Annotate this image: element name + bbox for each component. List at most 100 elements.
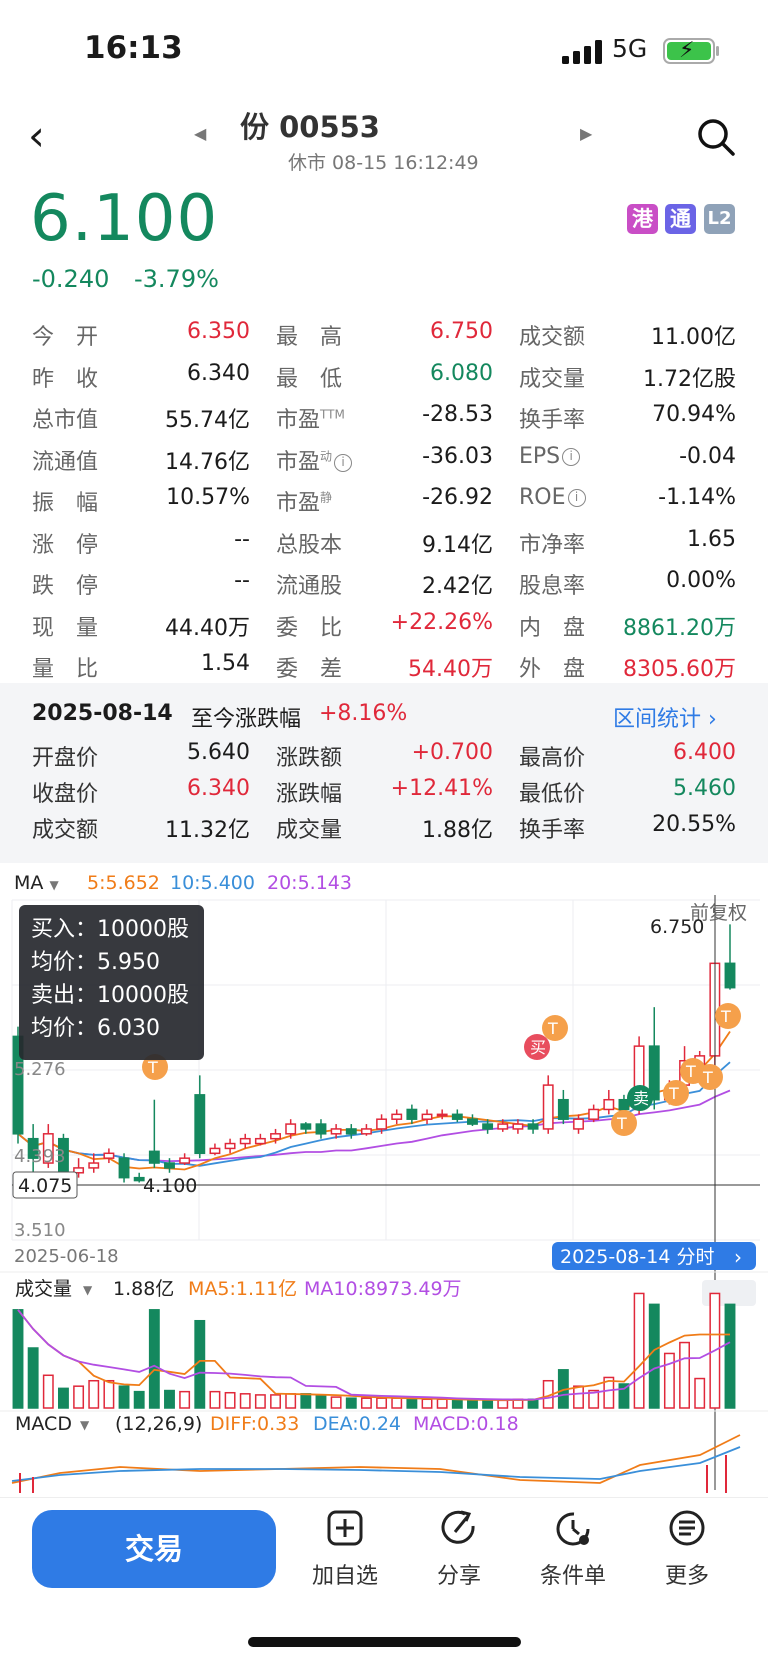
price-change: -0.240 xyxy=(32,265,110,293)
t-marker-text: T xyxy=(702,1068,713,1087)
summary-value: 6.400 xyxy=(673,740,736,765)
volume-bar xyxy=(421,1398,433,1409)
more-icon xyxy=(669,1510,705,1546)
stat-label-text: 市盈 xyxy=(276,408,321,433)
network-type: 5G xyxy=(612,34,648,63)
stat-label-text: 振 幅 xyxy=(32,491,99,516)
candle-body xyxy=(224,1142,236,1150)
stat-label: 成交额 xyxy=(519,319,585,351)
prev-stock-icon[interactable]: ◀ xyxy=(194,124,206,143)
candle-body xyxy=(512,1123,524,1130)
stock-connect-badge[interactable]: 通 xyxy=(665,204,696,234)
stat-value: 11.00亿 xyxy=(651,325,736,350)
candle-body xyxy=(436,1113,448,1117)
back-icon[interactable]: ‹ xyxy=(28,115,45,157)
volume-bar xyxy=(497,1399,509,1409)
volume-bar xyxy=(58,1387,69,1409)
conditional-order-button[interactable]: 条件单 xyxy=(528,1508,618,1590)
volume-bar xyxy=(648,1303,660,1409)
crosshair-price-value: 4.075 xyxy=(18,1175,72,1197)
summary-label: 最低价 xyxy=(519,782,586,807)
volume-bar xyxy=(360,1397,372,1409)
stat-label: 涨 停 xyxy=(32,527,98,559)
summary-label: 成交额 xyxy=(32,818,99,843)
next-stock-icon[interactable]: ▶ xyxy=(580,124,592,143)
volume-bar xyxy=(573,1385,584,1409)
ma-indicator-select[interactable]: MA ▼ xyxy=(14,872,59,894)
volume-bar xyxy=(663,1352,675,1409)
conditional-order-label: 条件单 xyxy=(539,1564,606,1589)
stat-label: 总市值 xyxy=(32,402,98,434)
stat-value: 44.40万 xyxy=(165,615,250,641)
candle-body xyxy=(88,1162,100,1169)
level2-badge[interactable]: L2 xyxy=(704,204,735,234)
stat-value: -- xyxy=(234,526,250,552)
t-marker-text: T xyxy=(616,1114,627,1133)
stat-label-text: ROE xyxy=(519,485,566,510)
summary-value: 20.55% xyxy=(652,812,736,837)
share-label: 分享 xyxy=(436,1564,481,1589)
info-icon[interactable]: i xyxy=(334,453,353,472)
status-bar: 16:13 5G ⚡ xyxy=(0,0,768,100)
volume-bar xyxy=(179,1390,191,1409)
stat-value: -1.14% xyxy=(658,485,736,510)
volume-bar xyxy=(164,1389,175,1409)
candle-body xyxy=(285,1123,297,1135)
volume-bar xyxy=(270,1394,281,1409)
tooltip-label: 卖出： xyxy=(31,983,98,1008)
since-change-value: +8.16% xyxy=(319,701,408,726)
summary-label: 最高价 xyxy=(519,746,586,771)
info-icon[interactable]: i xyxy=(567,489,586,507)
candle-body xyxy=(588,1108,600,1120)
stat-label: EPS i xyxy=(519,444,581,469)
tooltip-value: 10000股 xyxy=(97,917,190,942)
stat-label: 最 低 xyxy=(276,361,342,393)
more-button[interactable]: 更多 xyxy=(642,1508,732,1590)
hk-market-badge[interactable]: 港 xyxy=(627,204,658,234)
t-marker-text: T xyxy=(668,1084,679,1103)
summary-label: 成交量 xyxy=(276,818,343,843)
volume-bar xyxy=(694,1377,706,1409)
add-watchlist-label: 加自选 xyxy=(311,1564,378,1589)
volume-bar xyxy=(391,1397,403,1409)
volume-bar xyxy=(42,1374,54,1409)
stat-value: 55.74亿 xyxy=(165,408,250,433)
trade-button[interactable]: 交易 xyxy=(32,1510,276,1588)
candle-body xyxy=(376,1118,388,1130)
conditional-order-icon xyxy=(556,1512,590,1546)
ma10-value: 10:5.400 xyxy=(170,872,255,894)
candle-body xyxy=(482,1123,494,1130)
summary-label: 收盘价 xyxy=(32,782,99,807)
search-icon[interactable] xyxy=(696,117,736,157)
summary-value: 11.32亿 xyxy=(165,818,250,843)
volume-bar xyxy=(451,1399,463,1409)
t-marker-text: T xyxy=(547,1019,558,1038)
stat-label: 量 比 xyxy=(32,651,98,683)
stat-value: 0.00% xyxy=(666,568,736,593)
volume-bar xyxy=(103,1379,115,1409)
stat-label: 委 差 xyxy=(276,651,342,683)
candle-body xyxy=(360,1128,372,1135)
stat-label-text: 昨 收 xyxy=(32,366,99,392)
info-icon[interactable]: i xyxy=(562,447,581,466)
ma-indicator-label: MA xyxy=(14,872,44,894)
stat-value: 54.40万 xyxy=(408,657,493,682)
stat-label-sup: 静 xyxy=(320,490,333,505)
candle-body xyxy=(179,1157,191,1164)
summary-label: 涨跌幅 xyxy=(276,782,343,807)
candle-body xyxy=(557,1098,569,1120)
volume-bar xyxy=(376,1397,388,1409)
stat-label-text: 跌 停 xyxy=(32,574,99,599)
share-button[interactable]: 分享 xyxy=(414,1508,504,1590)
volume-bar xyxy=(27,1347,39,1409)
stat-value: 1.54 xyxy=(201,651,250,676)
macd-dea-line xyxy=(11,1446,741,1482)
stat-value: 10.57% xyxy=(166,485,250,510)
add-watchlist-button[interactable]: 加自选 xyxy=(300,1508,390,1590)
stat-label: 流通值 xyxy=(32,444,98,476)
volume-bar xyxy=(300,1393,312,1409)
stat-label-text: 流通值 xyxy=(32,449,99,475)
volume-bar xyxy=(224,1391,236,1409)
candle-body xyxy=(118,1157,130,1179)
range-stats-link[interactable]: 区间统计 › xyxy=(613,701,717,733)
